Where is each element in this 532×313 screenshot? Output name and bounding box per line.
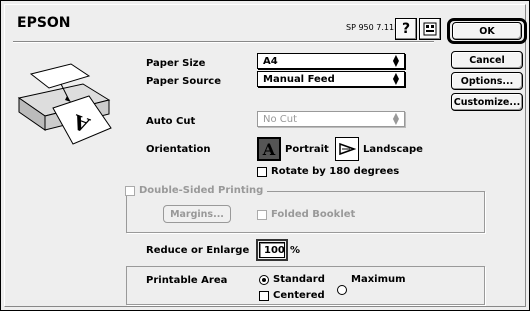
folded-booklet-checkbox (257, 210, 267, 220)
printable-area-label: Printable Area (146, 275, 228, 286)
customize-button[interactable]: Customize... (451, 93, 523, 111)
cancel-button[interactable]: Cancel (451, 51, 523, 69)
paper-size-value: A4 (263, 55, 278, 67)
standard-label[interactable]: Standard (273, 274, 325, 285)
rotate-180-checkbox[interactable] (257, 167, 267, 177)
driver-version: SP 950 7.11E (346, 23, 400, 32)
double-sided-heading: Double-Sided Printing (121, 185, 268, 196)
rotate-180-label[interactable]: Rotate by 180 degrees (271, 166, 399, 177)
print-setup-dialog: EPSON SP 950 7.11E ? OK Cancel Options..… (0, 0, 530, 311)
paper-size-label: Paper Size (146, 58, 206, 69)
printer-illustration: A (17, 63, 112, 145)
margins-button: Margins... (163, 205, 231, 223)
maximum-radio[interactable] (337, 285, 347, 295)
updown-arrows-icon: ▲ ▼ (392, 53, 400, 68)
paper-size-select[interactable]: A4 ▲ ▼ (257, 53, 405, 69)
auto-cut-label: Auto Cut (146, 116, 196, 127)
landscape-icon[interactable] (335, 137, 359, 161)
utility-icon[interactable] (419, 18, 441, 40)
auto-cut-select: No Cut ▲ ▼ (257, 111, 405, 127)
portrait-label[interactable]: Portrait (285, 144, 329, 155)
updown-arrows-icon: ▲ ▼ (392, 111, 400, 126)
double-sided-label: Double-Sided Printing (139, 185, 264, 196)
ok-button[interactable]: OK (452, 22, 522, 40)
auto-cut-value: No Cut (263, 113, 298, 125)
percent-unit: % (290, 245, 301, 256)
printer-utility-glyph (423, 22, 437, 36)
portrait-icon[interactable]: A (257, 137, 281, 161)
options-button[interactable]: Options... (451, 72, 523, 90)
reduce-enlarge-input[interactable]: 100 (256, 239, 288, 261)
centered-label[interactable]: Centered (273, 290, 325, 301)
landscape-glyph (339, 142, 356, 156)
orientation-label: Orientation (146, 144, 211, 155)
help-icon[interactable]: ? (395, 18, 417, 40)
standard-radio[interactable] (259, 275, 269, 285)
paper-source-select[interactable]: Manual Feed ▲ ▼ (257, 71, 405, 87)
reduce-enlarge-label: Reduce or Enlarge (146, 245, 250, 256)
paper-source-value: Manual Feed (263, 73, 335, 85)
updown-arrows-icon: ▲ ▼ (392, 71, 400, 86)
paper-source-label: Paper Source (146, 76, 221, 87)
maximum-label[interactable]: Maximum (351, 274, 406, 285)
folded-booklet-label: Folded Booklet (271, 209, 356, 220)
centered-checkbox[interactable] (259, 291, 269, 301)
ok-button-frame: OK (447, 18, 527, 44)
brand-logo: EPSON (17, 15, 71, 31)
landscape-label[interactable]: Landscape (363, 144, 423, 155)
header-divider (13, 41, 434, 43)
double-sided-checkbox (125, 185, 135, 196)
